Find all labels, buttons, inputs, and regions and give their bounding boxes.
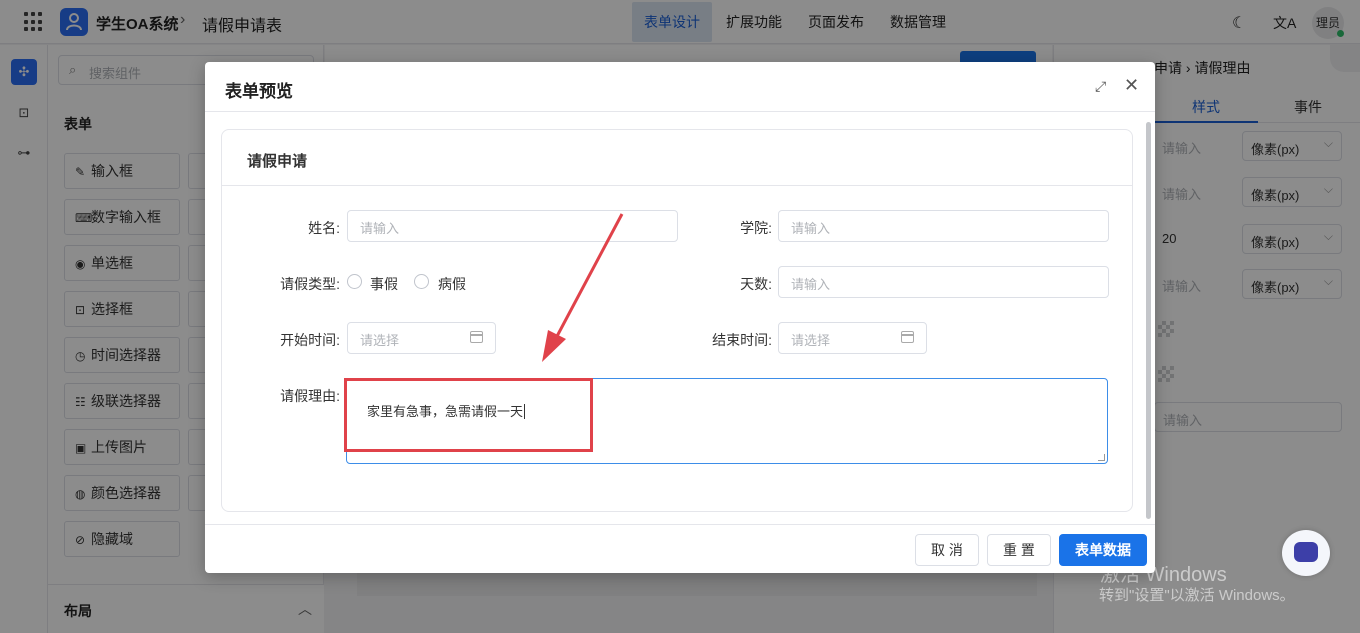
annotation-arrow-icon xyxy=(542,213,624,362)
